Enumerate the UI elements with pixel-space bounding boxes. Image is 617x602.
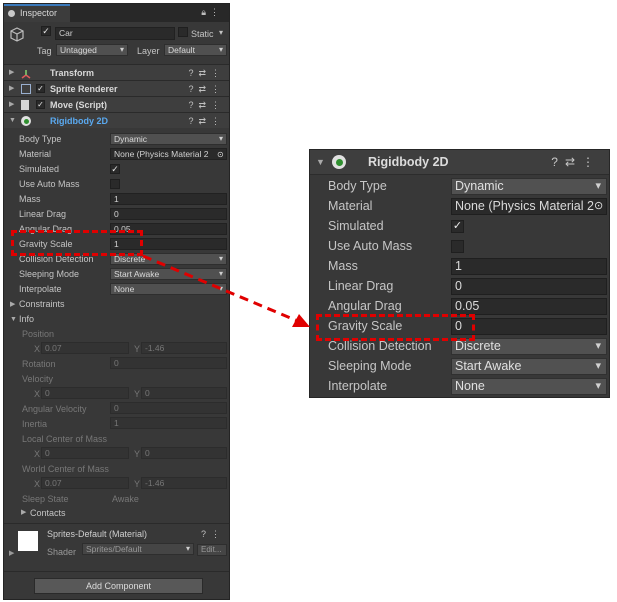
annotation-arrow (142, 254, 310, 327)
